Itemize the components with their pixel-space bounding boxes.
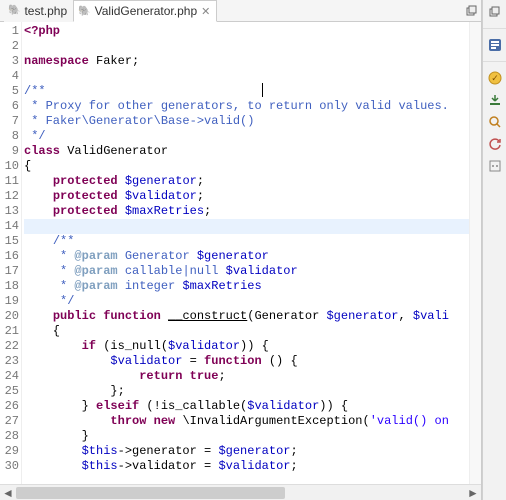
editor-area: 🐘 test.php 🐘 ValidGenerator.php ✕ 123456… — [0, 0, 482, 500]
overview-ruler[interactable] — [469, 22, 481, 484]
code-line[interactable]: return true; — [24, 369, 481, 384]
restore-view-icon[interactable] — [463, 2, 481, 20]
line-number: 11 — [0, 174, 19, 189]
line-number-gutter: 1234567891011121314151617181920212223242… — [0, 22, 22, 484]
line-number: 5 — [0, 84, 19, 99]
code-line[interactable]: $this->generator = $generator; — [24, 444, 481, 459]
code-line[interactable]: if (is_null($validator)) { — [24, 339, 481, 354]
line-number: 3 — [0, 54, 19, 69]
line-number: 8 — [0, 129, 19, 144]
line-number: 27 — [0, 414, 19, 429]
code-line[interactable] — [24, 39, 481, 54]
line-number: 22 — [0, 339, 19, 354]
line-number: 20 — [0, 309, 19, 324]
tab-validgenerator-php[interactable]: 🐘 ValidGenerator.php ✕ — [73, 0, 217, 22]
line-number: 18 — [0, 279, 19, 294]
scroll-thumb[interactable] — [16, 487, 285, 499]
code-line[interactable]: */ — [24, 129, 481, 144]
php-icon: 🐘 — [8, 5, 20, 16]
line-number: 25 — [0, 384, 19, 399]
line-number: 24 — [0, 369, 19, 384]
line-number: 15 — [0, 234, 19, 249]
code-line[interactable]: protected $generator; — [24, 174, 481, 189]
line-number: 13 — [0, 204, 19, 219]
code-line[interactable]: $this->validator = $validator; — [24, 459, 481, 474]
code-line[interactable]: */ — [24, 294, 481, 309]
line-number: 1 — [0, 24, 19, 39]
code-line[interactable] — [24, 69, 481, 84]
tasks-icon[interactable]: ✓ — [487, 70, 503, 86]
line-number: 6 — [0, 99, 19, 114]
line-number: 19 — [0, 294, 19, 309]
outline-icon[interactable] — [487, 37, 503, 53]
ide-root: 🐘 test.php 🐘 ValidGenerator.php ✕ 123456… — [0, 0, 506, 500]
line-number: 10 — [0, 159, 19, 174]
code-line[interactable]: * @param Generator $generator — [24, 249, 481, 264]
code-line[interactable]: }; — [24, 384, 481, 399]
line-number: 16 — [0, 249, 19, 264]
search-icon[interactable] — [487, 114, 503, 130]
code-line[interactable]: protected $maxRetries; — [24, 204, 481, 219]
tab-label: ValidGenerator.php — [95, 4, 198, 18]
code-line[interactable]: class ValidGenerator — [24, 144, 481, 159]
line-number: 7 — [0, 114, 19, 129]
editor-body: 1234567891011121314151617181920212223242… — [0, 22, 481, 484]
svg-text:✓: ✓ — [491, 73, 499, 83]
line-number: 26 — [0, 399, 19, 414]
scroll-right-icon[interactable]: ► — [465, 485, 481, 500]
line-number: 9 — [0, 144, 19, 159]
line-number: 30 — [0, 459, 19, 474]
line-number: 21 — [0, 324, 19, 339]
code-line[interactable] — [24, 219, 481, 234]
code-view[interactable]: <?php namespace Faker; /** * Proxy for oth… — [22, 22, 481, 484]
line-number: 14 — [0, 219, 19, 234]
refresh-icon[interactable] — [487, 136, 503, 152]
download-icon[interactable] — [487, 92, 503, 108]
tab-test-php[interactable]: 🐘 test.php — [4, 0, 73, 22]
code-line[interactable]: public function __construct(Generator $g… — [24, 309, 481, 324]
line-number: 4 — [0, 69, 19, 84]
line-number: 2 — [0, 39, 19, 54]
line-number: 12 — [0, 189, 19, 204]
code-line[interactable]: } elseif (!is_callable($validator)) { — [24, 399, 481, 414]
code-line[interactable]: * @param callable|null $validator — [24, 264, 481, 279]
code-line[interactable]: { — [24, 324, 481, 339]
code-line[interactable]: * @param integer $maxRetries — [24, 279, 481, 294]
tab-bar: 🐘 test.php 🐘 ValidGenerator.php ✕ — [0, 0, 481, 22]
code-line[interactable]: namespace Faker; — [24, 54, 481, 69]
scroll-track[interactable] — [16, 485, 465, 500]
line-number: 17 — [0, 264, 19, 279]
php-icon: 🐘 — [78, 6, 90, 17]
line-number: 28 — [0, 429, 19, 444]
code-line[interactable]: /** — [24, 234, 481, 249]
line-number: 29 — [0, 444, 19, 459]
bookmarks-icon[interactable] — [487, 158, 503, 174]
right-toolbar: ✓ — [482, 0, 506, 500]
scroll-left-icon[interactable]: ◄ — [0, 485, 16, 500]
code-line[interactable]: <?php — [24, 24, 481, 39]
code-line[interactable]: throw new \InvalidArgumentException('val… — [24, 414, 481, 429]
tab-label: test.php — [24, 4, 67, 18]
horizontal-scrollbar[interactable]: ◄ ► — [0, 484, 481, 500]
close-icon[interactable]: ✕ — [201, 5, 210, 18]
code-line[interactable]: } — [24, 429, 481, 444]
code-line[interactable]: protected $validator; — [24, 189, 481, 204]
code-line[interactable]: /** — [24, 84, 481, 99]
code-line[interactable]: * Faker\Generator\Base->valid() — [24, 114, 481, 129]
code-line[interactable]: $validator = function () { — [24, 354, 481, 369]
code-line[interactable]: * Proxy for other generators, to return … — [24, 99, 481, 114]
code-line[interactable]: { — [24, 159, 481, 174]
line-number: 23 — [0, 354, 19, 369]
restore-icon[interactable] — [487, 4, 503, 20]
